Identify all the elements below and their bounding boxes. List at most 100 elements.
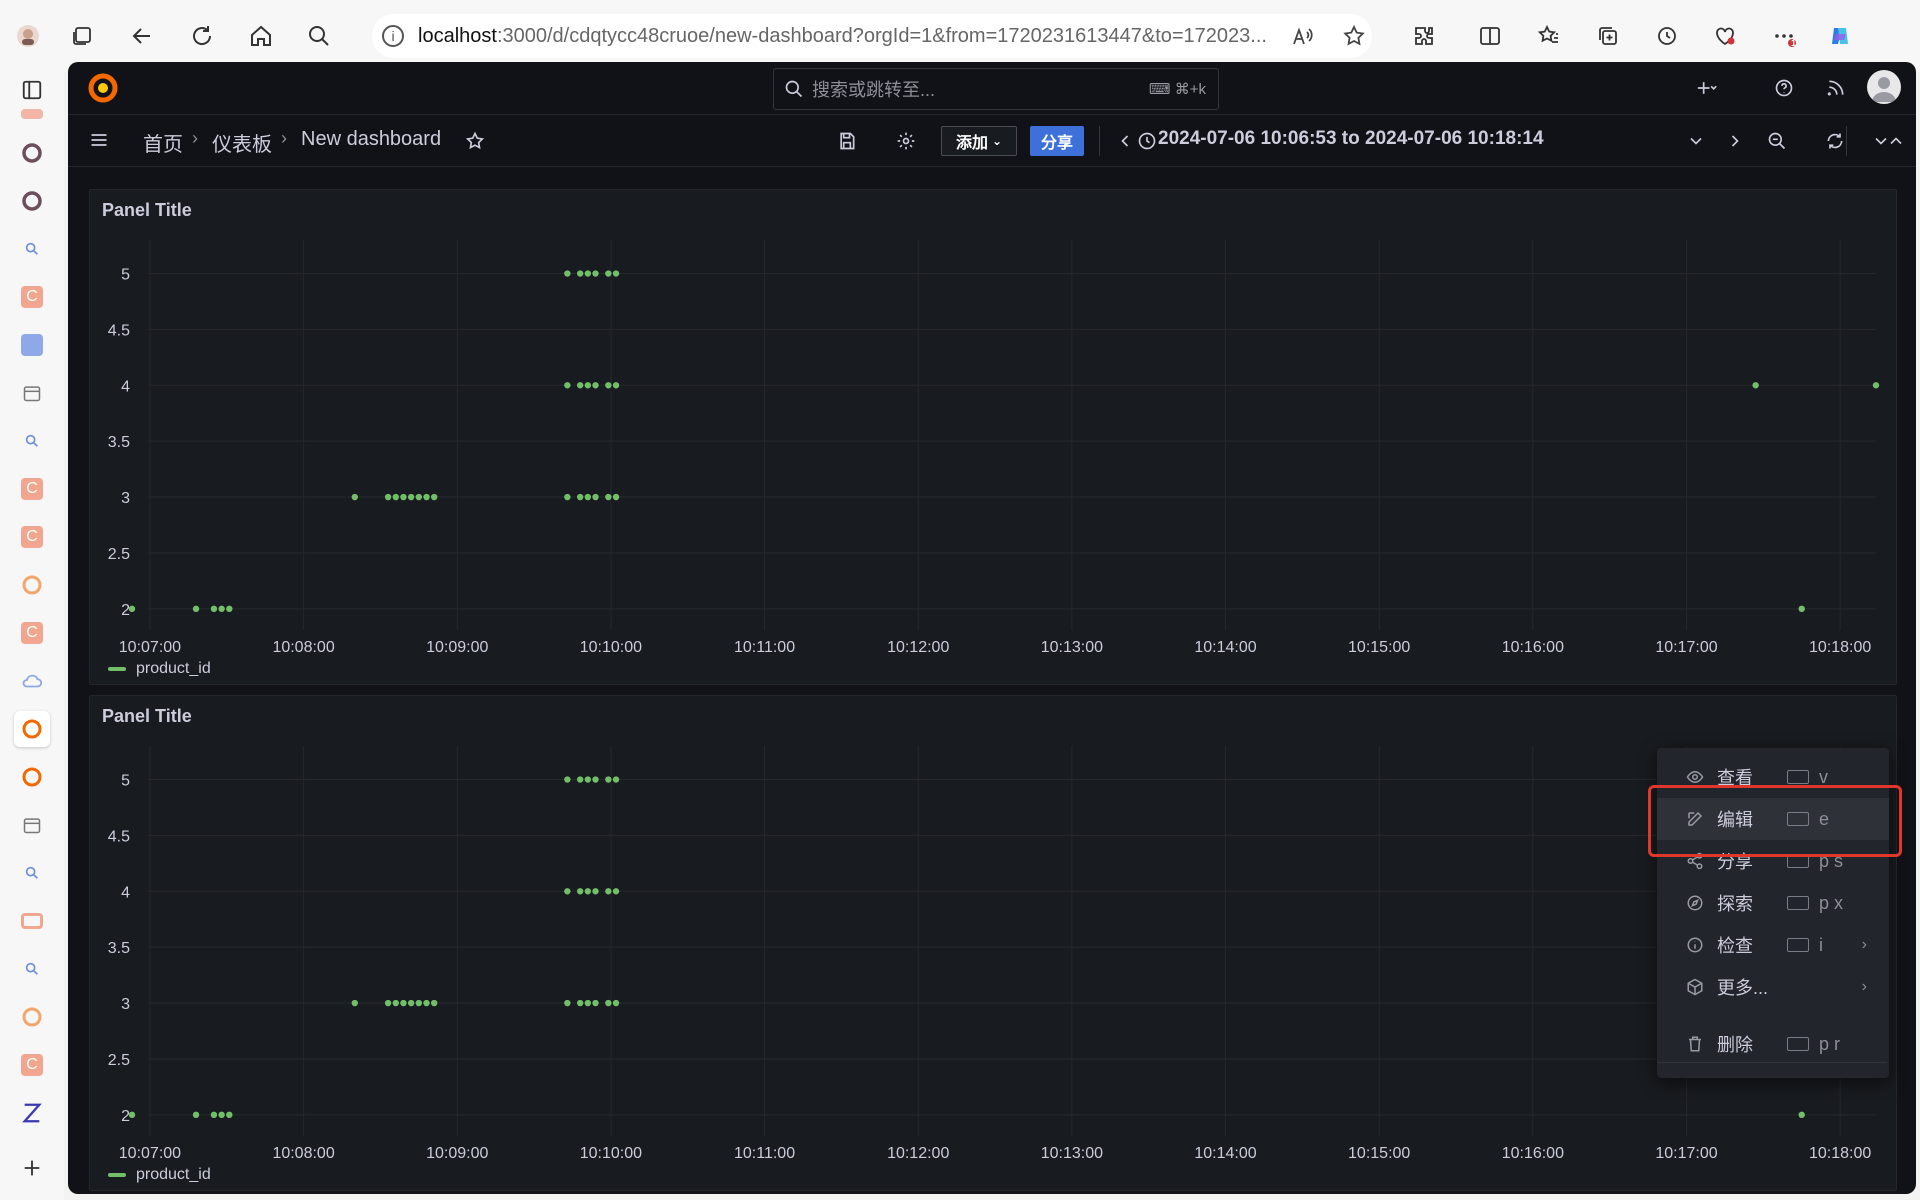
notification-badge: 1 (1791, 38, 1797, 48)
help-icon[interactable] (1769, 73, 1799, 103)
data-point (592, 888, 599, 895)
sidebar-tab-ring-icon[interactable] (14, 135, 50, 171)
y-tick-label: 5 (121, 773, 130, 790)
menu-item[interactable]: 删除 p r (1657, 1023, 1889, 1065)
sidebar-tab-search-icon[interactable] (14, 231, 50, 267)
sidebar-tab-search-icon[interactable] (14, 951, 50, 987)
sidebar-tab-link-icon[interactable] (14, 903, 50, 939)
extensions-icon[interactable] (1406, 18, 1442, 54)
data-point (576, 493, 584, 501)
profile-avatar-icon[interactable] (10, 18, 46, 54)
menu-item[interactable]: 检查 i › (1657, 924, 1889, 966)
grafana-logo-icon[interactable] (86, 71, 120, 105)
data-point (392, 493, 399, 501)
star-icon[interactable] (460, 126, 490, 156)
data-point (564, 270, 571, 277)
reload-icon[interactable] (184, 18, 220, 54)
back-icon[interactable] (124, 18, 160, 54)
y-tick-label: 3 (121, 996, 130, 1013)
save-icon[interactable] (832, 126, 862, 156)
breadcrumb-home[interactable]: 首页 (143, 128, 183, 157)
scatter-plot[interactable]: 2 2.5 3 3.5 4 4.5 5 10:07:00 10:08:00 10:09:00 10:… (90, 190, 1896, 684)
sidebar-tab-grafana-icon[interactable] (14, 759, 50, 795)
settings-gear-icon[interactable] (891, 126, 921, 156)
browser-essentials-icon[interactable] (1707, 18, 1743, 54)
home-icon[interactable] (243, 18, 279, 54)
legend-item[interactable]: product_id (108, 1166, 211, 1184)
time-range-chevron-down-icon[interactable] (1681, 126, 1711, 156)
menu-item[interactable]: 探索 p x (1657, 882, 1889, 924)
x-tick-label: 10:12:00 (887, 1145, 949, 1162)
data-point (210, 1111, 218, 1119)
add-button[interactable]: 添加 ⌄ (941, 126, 1017, 156)
data-point (605, 493, 612, 501)
menu-hamburger-icon[interactable] (84, 125, 114, 155)
sidebar-tab-doc-icon[interactable] (14, 327, 50, 363)
zoom-out-icon[interactable] (1762, 126, 1792, 156)
breadcrumb-separator: › (192, 128, 198, 148)
share-button[interactable]: 分享 (1030, 126, 1084, 156)
menu-item[interactable]: 更多... › (1657, 966, 1889, 1008)
favorite-star-icon[interactable] (1336, 18, 1372, 54)
sidebar-tab-grafana-icon[interactable] (14, 999, 50, 1035)
tab-actions-icon[interactable] (64, 18, 100, 54)
user-avatar[interactable] (1867, 70, 1901, 104)
sidebar-tab-c-icon[interactable]: C (14, 471, 50, 507)
data-point (226, 605, 233, 613)
data-point (384, 493, 392, 501)
data-point (592, 776, 599, 783)
data-point (584, 270, 592, 277)
copilot-icon[interactable] (1822, 18, 1858, 54)
sidebar-tab-x-icon[interactable] (14, 1095, 50, 1131)
sidebar-tab-search-icon[interactable] (14, 423, 50, 459)
news-feed-icon[interactable] (1821, 73, 1851, 103)
site-info-icon[interactable]: i (382, 25, 404, 47)
y-tick-label: 2.5 (108, 1052, 130, 1069)
search-input[interactable]: 搜索或跳转至... ⌨ ⌘+k (773, 68, 1219, 110)
collections-icon[interactable] (1590, 18, 1626, 54)
more-options-icon[interactable]: 1 (1766, 18, 1802, 54)
sidebar-tab-c-icon[interactable]: C (14, 1047, 50, 1083)
data-point (226, 1111, 233, 1119)
data-point (407, 999, 415, 1007)
time-range-picker[interactable]: 2024-07-06 10:06:53 to 2024-07-06 10:18:… (1158, 128, 1544, 150)
panel[interactable]: Panel Title 2 2.5 3 3.5 4 4.5 5 10:07:00 10:08:0… (89, 189, 1897, 685)
data-point (218, 1111, 225, 1119)
sidebar-tab-search-icon[interactable] (14, 855, 50, 891)
legend-item[interactable]: product_id (108, 660, 211, 678)
search-icon[interactable] (301, 18, 337, 54)
sidebar-tab-ring-icon[interactable] (14, 183, 50, 219)
cube-icon (1685, 977, 1705, 997)
sidebar-tab-calendar-icon[interactable] (14, 807, 50, 843)
sidebar-tab-c-icon[interactable]: C (14, 279, 50, 315)
sidebar-tab-grafana-icon[interactable] (14, 711, 50, 747)
time-forward-chevron-icon[interactable] (1720, 126, 1750, 156)
x-tick-label: 10:08:00 (272, 1145, 334, 1162)
sidebar-tab-icon[interactable] (14, 96, 50, 132)
panel[interactable]: Panel Title 2 2.5 3 3.5 4 4.5 5 10:07:00 10:08:0… (89, 695, 1897, 1191)
favorites-icon[interactable] (1531, 18, 1567, 54)
address-bar[interactable]: i localhost:3000/d/cdqtycc48cruoe/new-da… (372, 14, 1372, 58)
scatter-plot[interactable]: 2 2.5 3 3.5 4 4.5 5 10:07:00 10:08:00 10:09:00 10:… (90, 696, 1896, 1190)
sidebar-tab-calendar-icon[interactable] (14, 375, 50, 411)
sidebar-tab-cloud-icon[interactable] (14, 663, 50, 699)
sidebar-add-icon[interactable] (14, 1150, 50, 1186)
sidebar-tab-c-icon[interactable]: C (14, 519, 50, 555)
data-point (576, 999, 584, 1007)
data-point (584, 493, 592, 501)
collapse-chevron-up-icon[interactable] (1881, 126, 1911, 156)
data-point (592, 382, 599, 389)
keyboard-icon: ⌨ (1148, 81, 1175, 98)
x-tick-label: 10:07:00 (119, 1145, 181, 1162)
split-screen-icon[interactable] (1472, 18, 1508, 54)
history-icon[interactable] (1649, 18, 1685, 54)
breadcrumb-dashboards[interactable]: 仪表板 (212, 128, 272, 157)
menu-item-label: 检查 (1717, 936, 1753, 956)
x-tick-label: 10:16:00 (1502, 639, 1564, 656)
new-plus-icon[interactable] (1682, 73, 1732, 103)
sidebar-tab-c-icon[interactable]: C (14, 615, 50, 651)
sidebar-tab-grafana-icon[interactable] (14, 567, 50, 603)
data-point (430, 493, 438, 501)
y-tick-label: 2.5 (108, 546, 130, 563)
read-aloud-icon[interactable] (1284, 18, 1320, 54)
